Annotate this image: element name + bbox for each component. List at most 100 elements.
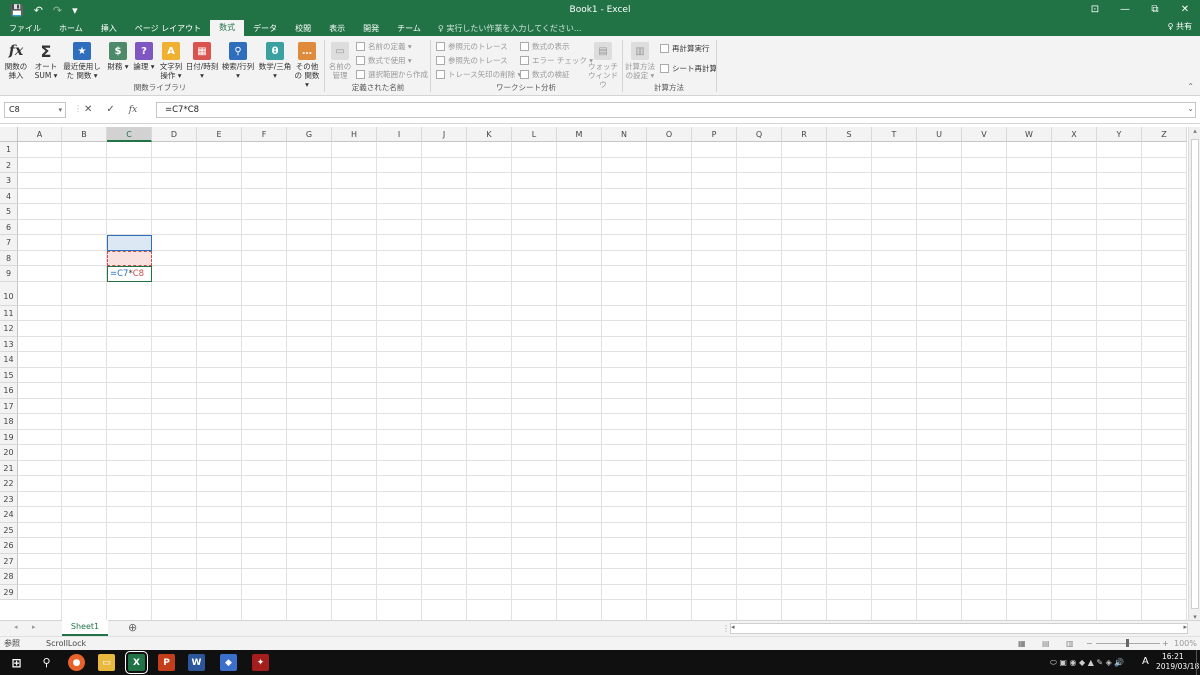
row-header[interactable]: 12 — [0, 321, 18, 337]
row-header[interactable]: 24 — [0, 507, 18, 523]
row-header[interactable]: 25 — [0, 522, 18, 538]
column-header[interactable]: I — [377, 127, 422, 142]
column-header[interactable]: J — [422, 127, 467, 142]
cell-b4[interactable] — [62, 189, 107, 205]
column-header[interactable]: E — [197, 127, 242, 142]
row-header[interactable]: 23 — [0, 491, 18, 507]
redo-icon[interactable]: ↷ — [53, 4, 62, 17]
name-manager-button[interactable]: ▭ 名前の 管理 — [328, 40, 352, 80]
error-checking-button[interactable]: エラー チェック ▾ — [520, 54, 593, 66]
cancel-icon[interactable]: ✕ — [84, 102, 92, 118]
cell-a6[interactable] — [18, 220, 62, 236]
financial-button[interactable]: $ 財務 ▾ — [106, 40, 130, 71]
row-header[interactable]: 20 — [0, 445, 18, 461]
cell-a2[interactable] — [18, 158, 62, 174]
row-header[interactable]: 26 — [0, 538, 18, 554]
tab-formulas[interactable]: 数式 — [210, 20, 245, 36]
row-header[interactable]: 19 — [0, 429, 18, 445]
column-header[interactable]: C — [107, 127, 152, 142]
remove-arrows-button[interactable]: トレース矢印の削除 ▾ — [436, 68, 521, 80]
column-header[interactable]: V — [962, 127, 1007, 142]
column-header[interactable]: O — [647, 127, 692, 142]
zoom-in-icon[interactable]: + — [1162, 637, 1169, 651]
row-header[interactable]: 29 — [0, 584, 18, 600]
tab-data[interactable]: データ — [244, 22, 286, 36]
trace-precedents-button[interactable]: 参照元のトレース — [436, 40, 508, 52]
search-icon[interactable]: ⚲ — [38, 654, 55, 671]
excel-taskbar-icon[interactable]: X — [125, 651, 148, 674]
column-header[interactable]: N — [602, 127, 647, 142]
cell-grid[interactable] — [18, 142, 1187, 620]
zoom-slider[interactable] — [1096, 639, 1160, 647]
powerpoint-icon[interactable]: P — [158, 654, 175, 671]
share-button[interactable]: ♀ 共有 — [1168, 21, 1192, 32]
scroll-up-icon[interactable]: ▴ — [1189, 127, 1200, 135]
insert-function-button[interactable]: fx 関数の挿入 — [2, 40, 30, 81]
ime-indicator[interactable]: A — [1142, 656, 1149, 667]
scroll-left-icon[interactable]: ◂ — [731, 623, 735, 631]
cell-a8[interactable] — [18, 251, 62, 267]
prev-sheet-icon[interactable]: ◂ — [14, 623, 18, 631]
cell-a4[interactable] — [18, 189, 62, 205]
next-sheet-icon[interactable]: ▸ — [32, 623, 36, 631]
autosum-button[interactable]: Σ オート SUM ▾ — [34, 40, 58, 80]
column-header[interactable]: A — [18, 127, 62, 142]
row-header[interactable]: 18 — [0, 414, 18, 430]
use-in-formula-button[interactable]: 数式で使用 ▾ — [356, 54, 412, 66]
horizontal-scrollbar[interactable]: ◂ ▸ — [730, 623, 1188, 634]
column-header[interactable]: Y — [1097, 127, 1142, 142]
cell-c9[interactable]: =C7*C8 — [107, 266, 152, 282]
row-header[interactable]: 22 — [0, 476, 18, 492]
row-header[interactable]: 6 — [0, 219, 18, 235]
column-header[interactable]: W — [1007, 127, 1052, 142]
row-header[interactable]: 8 — [0, 250, 18, 266]
app-icon[interactable]: ◆ — [220, 654, 237, 671]
save-icon[interactable]: 💾 — [10, 4, 24, 17]
recent-functions-button[interactable]: ★ 最近使用した 関数 ▾ — [60, 40, 104, 80]
column-header[interactable]: K — [467, 127, 512, 142]
vertical-scrollbar[interactable]: ▴ ▾ — [1188, 127, 1200, 621]
cell-a3[interactable] — [18, 173, 62, 189]
show-desktop-button[interactable] — [1196, 650, 1200, 675]
cell-b5[interactable] — [62, 204, 107, 220]
calc-options-button[interactable]: ▥ 計算方法 の設定 ▾ — [624, 40, 656, 80]
row-header[interactable]: 5 — [0, 204, 18, 220]
cell-b7[interactable] — [62, 235, 107, 251]
close-button[interactable]: ✕ — [1170, 0, 1200, 20]
column-header[interactable]: U — [917, 127, 962, 142]
zoom-level[interactable]: 100% — [1174, 637, 1197, 651]
row-header[interactable]: 3 — [0, 173, 18, 189]
app-icon[interactable]: ✦ — [252, 654, 269, 671]
row-header[interactable]: 13 — [0, 336, 18, 352]
restore-button[interactable]: ⧉ — [1140, 0, 1170, 20]
cell-a1[interactable] — [18, 142, 62, 158]
more-functions-button[interactable]: … その他の 関数 ▾ — [293, 40, 321, 89]
row-header[interactable]: 14 — [0, 352, 18, 368]
tab-insert[interactable]: 挿入 — [92, 22, 126, 36]
evaluate-formula-button[interactable]: 数式の検証 — [520, 68, 570, 80]
file-explorer-icon[interactable]: ▭ — [98, 654, 115, 671]
tab-page-layout[interactable]: ページ レイアウト — [126, 22, 210, 36]
logical-button[interactable]: ? 論理 ▾ — [133, 40, 155, 71]
collapse-ribbon-icon[interactable]: ⌃ — [1187, 82, 1194, 91]
cell-b2[interactable] — [62, 158, 107, 174]
formula-input[interactable]: =C7*C8 — [156, 102, 1196, 118]
lookup-button[interactable]: ⚲ 検索/行列 ▾ — [220, 40, 256, 80]
create-from-selection-button[interactable]: 選択範囲から作成 — [356, 68, 428, 80]
zoom-slider-thumb[interactable] — [1126, 639, 1129, 647]
column-header[interactable]: Z — [1142, 127, 1187, 142]
column-header[interactable]: H — [332, 127, 377, 142]
cell-b3[interactable] — [62, 173, 107, 189]
calculate-now-button[interactable]: 再計算実行 — [660, 42, 710, 54]
enter-icon[interactable]: ✓ — [106, 102, 114, 118]
cell-b8[interactable] — [62, 251, 107, 267]
cell-b9[interactable] — [62, 266, 107, 282]
word-icon[interactable]: W — [188, 654, 205, 671]
column-header[interactable]: F — [242, 127, 287, 142]
insert-function-icon[interactable]: fx — [129, 102, 137, 118]
page-layout-view-icon[interactable]: ▤ — [1042, 637, 1050, 651]
clock-time[interactable]: 16:21 — [1162, 652, 1184, 661]
windows-start-icon[interactable]: ⊞ — [8, 654, 25, 671]
ribbon-display-options-icon[interactable]: ⊡ — [1080, 0, 1110, 20]
new-sheet-icon[interactable]: ⊕ — [128, 621, 137, 634]
